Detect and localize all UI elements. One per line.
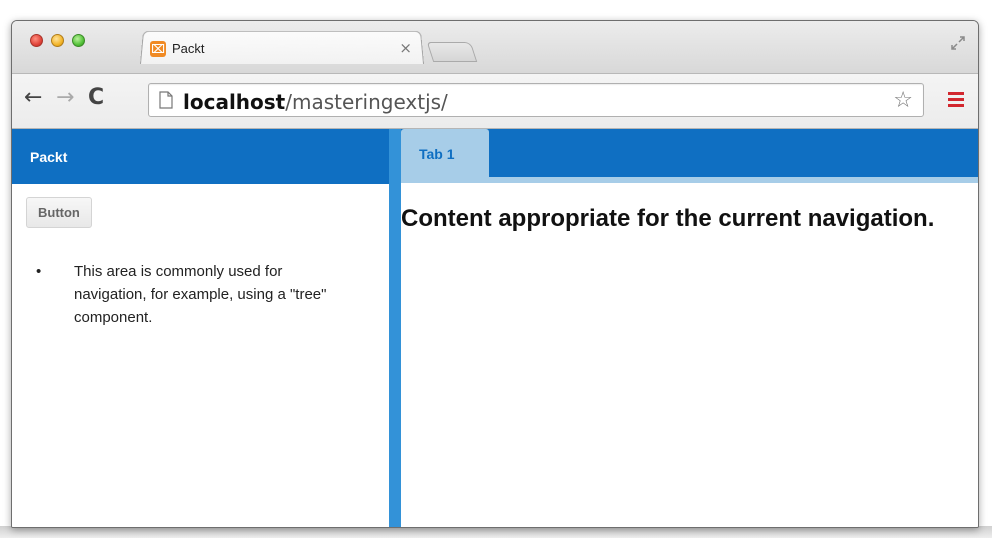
url-path: /masteringextjs/ <box>285 90 448 114</box>
forward-arrow-icon[interactable]: → <box>56 87 74 109</box>
button[interactable]: Button <box>26 197 92 228</box>
reload-icon[interactable]: C <box>88 87 104 109</box>
navigation-note-list: This area is commonly used for navigatio… <box>36 260 356 329</box>
tab-bar-strip <box>401 177 978 183</box>
maximize-window-button[interactable] <box>72 34 85 47</box>
url-text: localhost/masteringextjs/ <box>183 90 448 114</box>
browser-toolbar: ← → C localhost/masteringextjs/ ☆ <box>12 73 978 129</box>
list-item: This area is commonly used for navigatio… <box>36 260 356 329</box>
page-viewport: Packt Button This area is commonly used … <box>12 129 978 527</box>
tab-1[interactable]: Tab 1 <box>401 129 489 177</box>
minimize-window-button[interactable] <box>51 34 64 47</box>
packt-favicon-icon: ⌧ <box>150 41 166 57</box>
west-panel: Packt Button This area is commonly used … <box>12 129 389 527</box>
close-tab-icon[interactable]: × <box>399 39 412 57</box>
browser-tab-content: ⌧ Packt × <box>140 30 424 64</box>
tab-1-label: Tab 1 <box>419 146 455 162</box>
browser-titlebar: ⌧ Packt × <box>12 21 978 73</box>
west-panel-header: Packt <box>12 129 389 184</box>
fullscreen-icon[interactable] <box>950 35 966 51</box>
bookmark-star-icon[interactable]: ☆ <box>893 88 913 113</box>
new-tab-button[interactable] <box>426 42 478 62</box>
close-window-button[interactable] <box>30 34 43 47</box>
url-host: localhost <box>183 90 286 114</box>
center-tab-bar: Tab 1 <box>401 129 978 183</box>
page-icon <box>159 91 173 109</box>
content-heading: Content appropriate for the current navi… <box>401 205 935 232</box>
west-panel-title: Packt <box>30 149 68 165</box>
address-bar[interactable]: localhost/masteringextjs/ ☆ <box>148 83 924 117</box>
back-arrow-icon[interactable]: ← <box>24 87 42 109</box>
west-panel-body: Button This area is commonly used for na… <box>12 184 389 527</box>
browser-menu-icon[interactable] <box>948 92 964 108</box>
panel-splitter[interactable] <box>389 129 401 527</box>
browser-window: ⌧ Packt × ← → C localhost/masteringextjs… <box>11 20 979 528</box>
browser-tab-title: Packt <box>172 41 205 56</box>
center-panel: Tab 1 Content appropriate for the curren… <box>401 129 978 527</box>
